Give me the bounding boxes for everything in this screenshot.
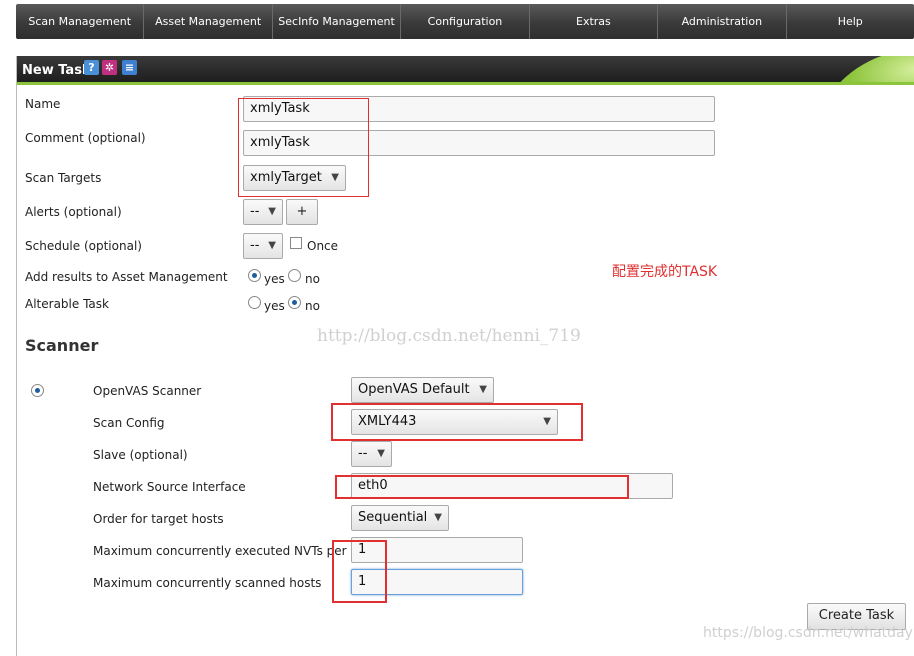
nav-secinfo-management[interactable]: SecInfo Management bbox=[273, 4, 402, 39]
slave-select[interactable]: -- ▼ bbox=[351, 441, 392, 467]
nav-administration[interactable]: Administration bbox=[658, 4, 787, 39]
new-task-panel: New Task ? ✲ ≡ Name xmlyTask Comment (op… bbox=[16, 56, 914, 656]
alterable-no-label: no bbox=[305, 299, 320, 313]
comment-label: Comment (optional) bbox=[25, 131, 146, 145]
scan-targets-select[interactable]: xmlyTarget ▼ bbox=[243, 165, 346, 191]
alerts-value: -- bbox=[250, 204, 260, 219]
alterable-yes-label: yes bbox=[264, 299, 285, 313]
max-hosts-label: Maximum concurrently scanned hosts bbox=[93, 576, 322, 590]
chevron-down-icon: ▼ bbox=[268, 240, 276, 251]
schedule-select[interactable]: -- ▼ bbox=[243, 233, 283, 259]
help-icon[interactable]: ? bbox=[84, 60, 99, 75]
chevron-down-icon: ▼ bbox=[377, 448, 385, 459]
chevron-down-icon: ▼ bbox=[268, 206, 276, 217]
name-label: Name bbox=[25, 97, 61, 111]
schedule-value: -- bbox=[250, 238, 260, 253]
network-interface-input[interactable]: eth0 bbox=[351, 473, 673, 499]
add-results-label: Add results to Asset Management bbox=[25, 270, 228, 284]
comment-input[interactable]: xmlyTask bbox=[243, 130, 715, 156]
chevron-down-icon: ▼ bbox=[331, 172, 339, 183]
chevron-down-icon: ▼ bbox=[479, 384, 487, 395]
scan-targets-value: xmlyTarget bbox=[250, 170, 322, 185]
openvas-scanner-radio[interactable] bbox=[31, 384, 44, 397]
add-results-yes-label: yes bbox=[264, 272, 285, 286]
scan-config-value: XMLY443 bbox=[358, 414, 417, 429]
scan-config-select[interactable]: XMLY443 ▼ bbox=[351, 409, 558, 435]
nav-extras[interactable]: Extras bbox=[530, 4, 659, 39]
chevron-down-icon: ▼ bbox=[543, 416, 551, 427]
order-hosts-value: Sequential bbox=[358, 510, 428, 525]
watermark-text: http://blog.csdn.net/henni_719 bbox=[317, 326, 581, 346]
order-hosts-label: Order for target hosts bbox=[93, 512, 224, 526]
alerts-select[interactable]: -- ▼ bbox=[243, 199, 283, 225]
name-input[interactable]: xmlyTask bbox=[243, 96, 715, 122]
nav-configuration[interactable]: Configuration bbox=[401, 4, 530, 39]
nav-scan-management[interactable]: Scan Management bbox=[16, 4, 145, 39]
openvas-scanner-value: OpenVAS Default bbox=[358, 382, 470, 397]
add-results-no-radio[interactable] bbox=[288, 269, 301, 282]
add-results-yes-radio[interactable] bbox=[248, 269, 261, 282]
panel-title: New Task bbox=[22, 63, 91, 78]
max-hosts-input[interactable]: 1 bbox=[351, 569, 523, 595]
schedule-label: Schedule (optional) bbox=[25, 239, 142, 253]
schedule-once-label: Once bbox=[307, 239, 339, 253]
nav-help[interactable]: Help bbox=[787, 4, 914, 39]
alterable-yes-radio[interactable] bbox=[248, 296, 261, 309]
scan-config-label: Scan Config bbox=[93, 416, 165, 430]
alterable-no-radio[interactable] bbox=[288, 296, 301, 309]
scanner-section-title: Scanner bbox=[25, 336, 99, 355]
add-alert-button[interactable]: + bbox=[286, 199, 318, 225]
max-nvts-label: Maximum concurrently executed NVTs per h… bbox=[93, 544, 377, 558]
order-hosts-select[interactable]: Sequential ▼ bbox=[351, 505, 449, 531]
header-decoration bbox=[821, 56, 914, 82]
wizard-icon[interactable]: ✲ bbox=[102, 60, 117, 75]
nav-asset-management[interactable]: Asset Management bbox=[144, 4, 273, 39]
annotation-note: 配置完成的TASK bbox=[612, 264, 718, 280]
add-results-no-label: no bbox=[305, 272, 320, 286]
schedule-once-checkbox[interactable] bbox=[290, 237, 302, 249]
watermark-text-2: https://blog.csdn.net/whatday bbox=[703, 625, 913, 641]
top-navigation: Scan Management Asset Management SecInfo… bbox=[16, 4, 914, 39]
alerts-label: Alerts (optional) bbox=[25, 205, 122, 219]
network-interface-label: Network Source Interface bbox=[93, 480, 246, 494]
scan-targets-label: Scan Targets bbox=[25, 171, 102, 185]
alterable-label: Alterable Task bbox=[25, 297, 109, 311]
chevron-down-icon: ▼ bbox=[434, 512, 442, 523]
openvas-scanner-label: OpenVAS Scanner bbox=[93, 384, 202, 398]
openvas-scanner-select[interactable]: OpenVAS Default ▼ bbox=[351, 377, 494, 403]
slave-label: Slave (optional) bbox=[93, 448, 188, 462]
list-icon[interactable]: ≡ bbox=[122, 60, 137, 75]
slave-value: -- bbox=[358, 446, 368, 461]
max-nvts-input[interactable]: 1 bbox=[351, 537, 523, 563]
panel-header: New Task ? ✲ ≡ bbox=[17, 56, 914, 85]
